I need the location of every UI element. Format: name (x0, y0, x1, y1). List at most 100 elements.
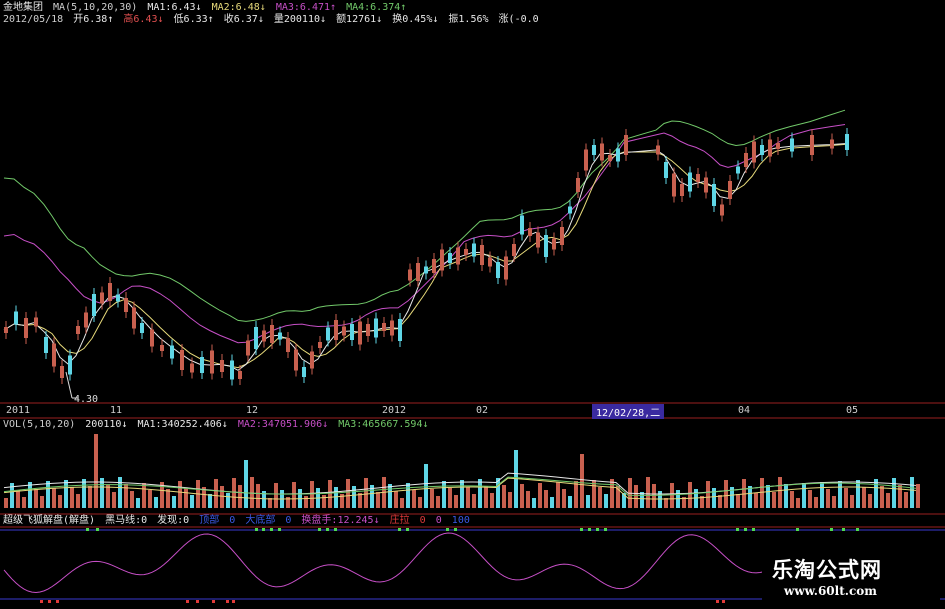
volume-bar (562, 489, 566, 508)
ma1-value: MA1:6.43↓ (147, 2, 202, 13)
volume-bar (346, 479, 350, 508)
volume-bar (748, 486, 752, 508)
stock-name: 金地集团 (3, 2, 43, 13)
candle (592, 145, 596, 155)
volume-bar (838, 481, 842, 508)
date-tick: 05 (846, 405, 859, 416)
candle (560, 227, 564, 245)
volume-bar (442, 481, 446, 508)
date-tick: 12 (246, 405, 259, 416)
volume-bar (718, 495, 722, 508)
candle (84, 312, 88, 328)
ma4-value: MA4:6.374↑ (346, 2, 407, 13)
top-signal-marker (830, 528, 833, 531)
bottom-signal-marker (722, 600, 725, 603)
volume-bar (46, 481, 50, 508)
candle (768, 139, 772, 157)
volume-bar (868, 494, 872, 508)
watermark-url: www.60lt.com (784, 584, 877, 598)
volume-bar (856, 480, 860, 508)
bottom-signal-marker (716, 600, 719, 603)
volume-bar (808, 490, 812, 508)
volume-bar (784, 484, 788, 508)
pull-value-1: 0 (419, 515, 426, 526)
candle (504, 256, 508, 280)
volume-bar (604, 494, 608, 508)
pull-value-2: 0 (435, 515, 442, 526)
candle (14, 311, 18, 325)
quote-date: 2012/05/18 (3, 14, 64, 25)
volume-bar (394, 491, 398, 508)
top-signal-marker (255, 528, 258, 531)
volume-bar (64, 480, 68, 508)
ma-line (3, 143, 846, 369)
volume-bar (508, 492, 512, 508)
volume-bar (388, 484, 392, 508)
low-point-label: 4.30 (74, 394, 99, 405)
volume-bar (610, 479, 614, 508)
candle (480, 245, 484, 265)
volume-bar (454, 495, 458, 508)
volume-bar (322, 495, 326, 508)
amount-value: 额12761↓ (336, 14, 383, 25)
volume-bar (274, 483, 278, 508)
volume-bar (910, 477, 914, 508)
volume-bar (586, 495, 590, 508)
candle (170, 345, 174, 359)
candle (350, 324, 354, 340)
volume-bar (706, 481, 710, 508)
candle (334, 320, 338, 340)
volume-bar (430, 489, 434, 508)
candle (220, 360, 224, 372)
volume-bar (40, 496, 44, 508)
top-signal-marker (604, 528, 607, 531)
volume-bar (412, 490, 416, 508)
volume-bar (478, 479, 482, 508)
ma-line (3, 109, 846, 322)
candle (246, 340, 250, 356)
volume-bar (244, 460, 248, 508)
turnover-hand-value: 换盘手:12.245↓ (301, 515, 380, 526)
top-signal-marker (856, 528, 859, 531)
ma-params: MA(5,10,20,30) (53, 2, 138, 13)
vol-ma2: MA2:347051.906↓ (237, 419, 329, 430)
candle (704, 177, 708, 193)
candle (728, 181, 732, 199)
volume-bar (166, 489, 170, 508)
volume-bar (664, 498, 668, 508)
candle (776, 143, 780, 149)
indicator-name[interactable]: 超级飞狐解盘(解盘) (3, 515, 95, 526)
volume-bar (58, 495, 62, 508)
candle (92, 294, 96, 316)
vol-ma1: MA1:340252.406↓ (137, 419, 228, 430)
candle (140, 323, 144, 333)
volume-bar (220, 486, 224, 508)
candle (584, 149, 588, 171)
volume-bar (424, 464, 428, 508)
candle (432, 259, 436, 273)
date-tick: 04 (738, 405, 751, 416)
volume-bar (94, 434, 98, 508)
volume-bar (112, 492, 116, 508)
candle (238, 371, 242, 379)
candle (752, 141, 756, 163)
volume-bar (22, 497, 26, 508)
candle (124, 298, 128, 312)
volume-bar (250, 477, 254, 508)
volume-bar (640, 492, 644, 508)
volume-bar (796, 498, 800, 508)
volume-bar (532, 498, 536, 508)
volume-bar (148, 490, 152, 508)
volume-bar (772, 492, 776, 508)
volume-bar (310, 481, 314, 508)
top-signal-marker (86, 528, 89, 531)
bottom-signal-marker (48, 600, 51, 603)
bottom-signal-marker (196, 600, 199, 603)
candle (608, 155, 612, 161)
candle (472, 243, 476, 257)
volume-bar (790, 491, 794, 508)
candle (680, 184, 684, 196)
top-signal-marker (588, 528, 591, 531)
volume-bar (490, 493, 494, 508)
candle (390, 320, 394, 336)
